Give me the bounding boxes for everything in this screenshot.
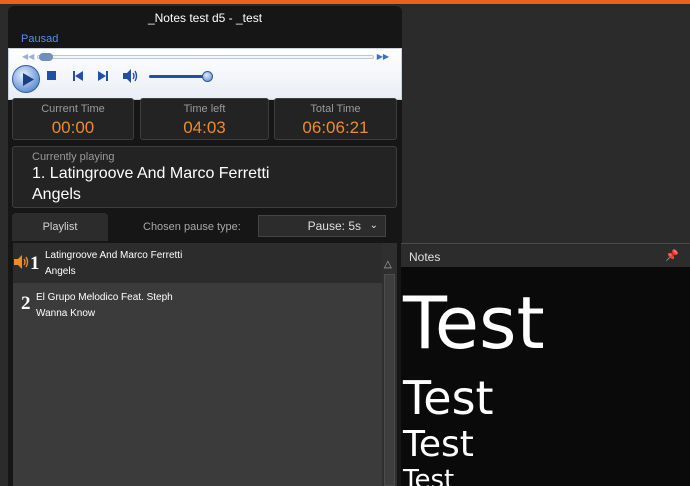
total-time-value: 06:06:21 — [302, 118, 369, 137]
now-playing-label: Currently playing — [32, 151, 115, 163]
track-number: 2 — [21, 293, 31, 314]
list-item[interactable]: 1 Latingroove And Marco Ferretti Angels — [13, 243, 382, 283]
next-button[interactable] — [98, 71, 108, 81]
volume-icon[interactable] — [123, 69, 139, 83]
total-time-box: Total Time 06:06:21 — [274, 98, 397, 140]
rewind-icon[interactable]: ◀◀ — [22, 52, 34, 61]
top-accent-line — [0, 0, 690, 4]
time-left-value: 04:03 — [183, 118, 226, 137]
tab-playlist[interactable]: Playlist — [12, 213, 108, 241]
note-line: Test — [403, 424, 474, 465]
track-artist: El Grupo Melodico Feat. Steph — [36, 292, 173, 303]
playlist-scrollbar[interactable]: △ — [382, 243, 397, 486]
note-line: Test — [403, 465, 455, 486]
playback-status: Pausad — [21, 33, 59, 45]
pause-type-value: Pause: 5s — [307, 219, 361, 233]
pause-type-select[interactable]: Pause: 5s ⌄ — [258, 215, 386, 237]
time-left-box: Time left 04:03 — [140, 98, 269, 140]
list-item[interactable]: 2 El Grupo Melodico Feat. Steph Wanna Kn… — [13, 289, 382, 329]
previous-button[interactable] — [73, 71, 83, 81]
play-button[interactable] — [12, 65, 40, 93]
track-artist: Latingroove And Marco Ferretti — [45, 250, 183, 261]
note-line: Test — [403, 371, 494, 425]
now-playing-line1: 1. Latingroove And Marco Ferretti — [32, 165, 270, 182]
notes-header: Notes 📌 — [401, 243, 690, 267]
volume-thumb[interactable] — [202, 71, 213, 82]
pause-type-label: Chosen pause type: — [143, 221, 241, 233]
track-number: 1 — [30, 253, 40, 274]
notes-content[interactable]: Test Test Test Test — [401, 267, 690, 486]
track-title: Wanna Know — [36, 308, 96, 319]
seek-bar[interactable] — [37, 53, 374, 61]
seek-thumb[interactable] — [39, 53, 53, 61]
player-window: _Notes test d5 - _test Pausad ◀◀ ▶▶ Curr… — [8, 6, 402, 486]
scroll-up-icon[interactable]: △ — [384, 259, 392, 270]
current-time-box: Current Time 00:00 — [12, 98, 134, 140]
pin-icon[interactable]: 📌 — [665, 249, 679, 262]
track-title: Angels — [45, 266, 76, 277]
playlist: 1 Latingroove And Marco Ferretti Angels … — [13, 243, 382, 486]
media-player-control: ◀◀ ▶▶ — [8, 48, 402, 100]
note-line: Test — [403, 281, 545, 365]
scrollbar-thumb[interactable] — [384, 274, 395, 486]
total-time-label: Total Time — [310, 103, 361, 115]
speaker-icon — [14, 255, 29, 269]
now-playing-panel: Currently playing 1. Latingroove And Mar… — [12, 146, 397, 208]
stop-button[interactable] — [47, 71, 56, 80]
current-time-label: Current Time — [41, 103, 105, 115]
window-title: _Notes test d5 - _test — [147, 11, 263, 25]
notes-title: Notes — [409, 250, 441, 264]
chevron-down-icon: ⌄ — [369, 220, 378, 231]
time-left-label: Time left — [183, 103, 226, 115]
notes-panel: Notes 📌 Test Test Test Test — [401, 243, 690, 486]
current-time-value: 00:00 — [51, 118, 95, 137]
fast-forward-icon[interactable]: ▶▶ — [377, 52, 389, 61]
play-icon — [23, 73, 34, 86]
now-playing-line2: Angels — [32, 186, 81, 203]
